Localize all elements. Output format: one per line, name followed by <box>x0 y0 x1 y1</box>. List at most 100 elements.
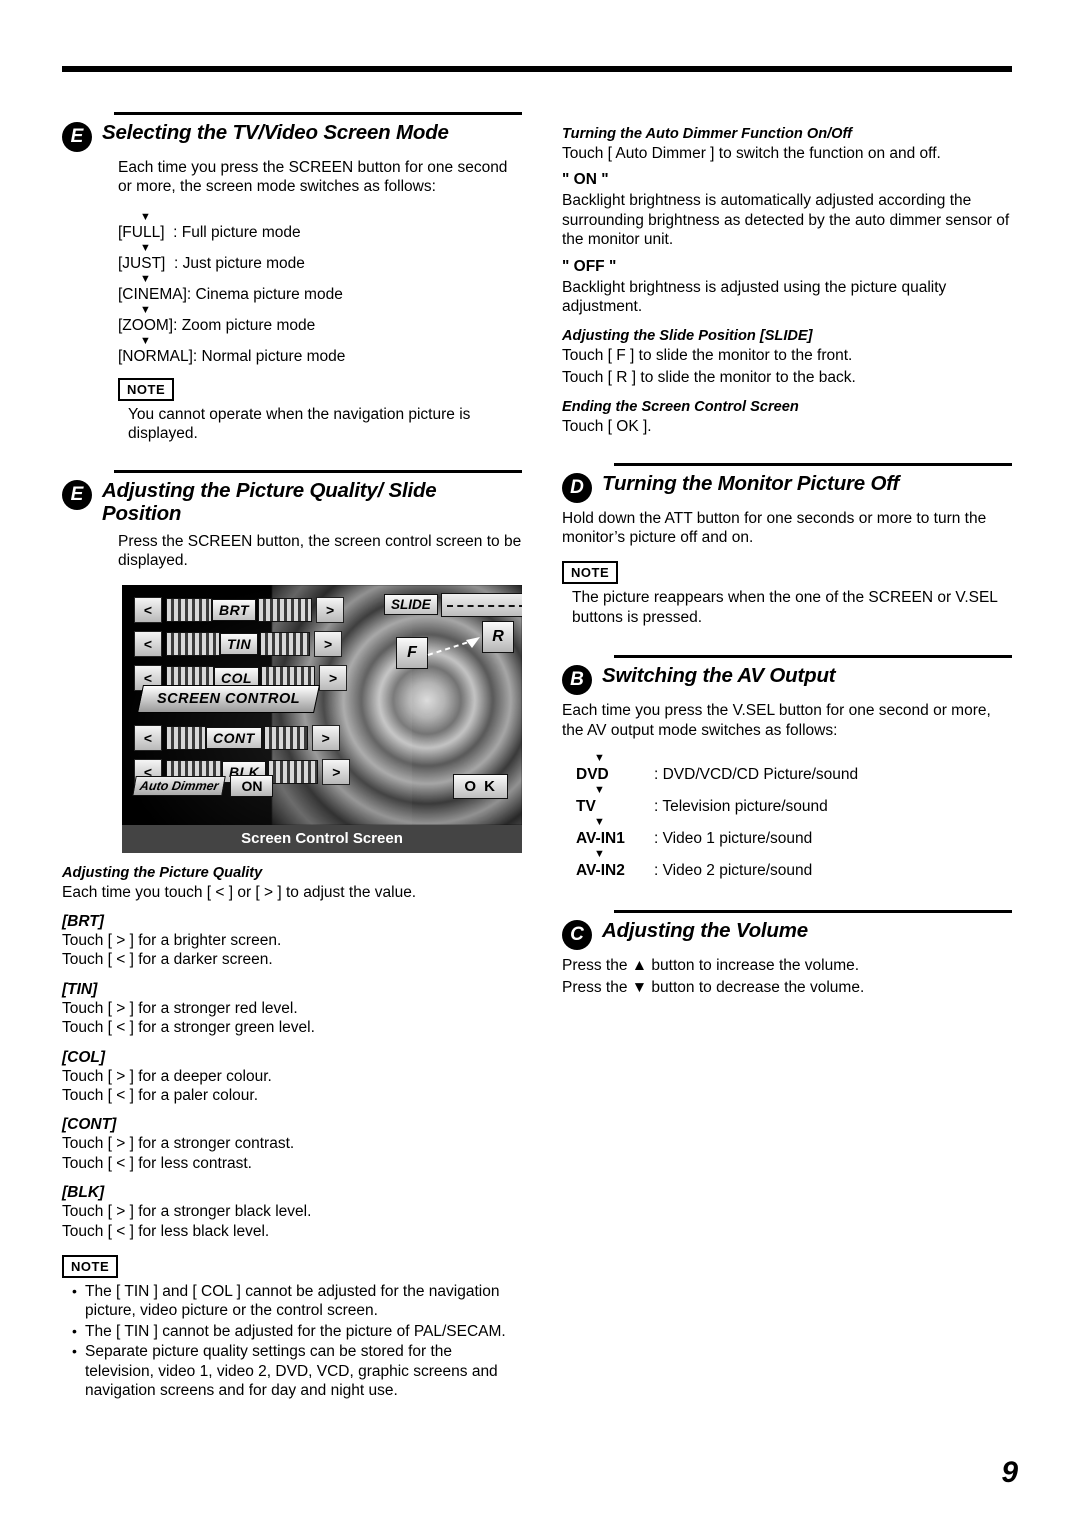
auto-dimmer-on-label: " ON " <box>562 171 609 189</box>
cont-decrease-button[interactable]: < <box>134 724 162 751</box>
tin-bar-right <box>260 631 311 656</box>
screen-mode-flow-list: ▼ [FULL] : Full picture mode ▼ [JUST] : … <box>62 211 522 366</box>
av-value: : Video 1 picture/sound <box>654 830 813 848</box>
cont-bar-right <box>263 725 308 750</box>
volume-down-post: button to decrease the volume. <box>647 978 865 996</box>
av-item-avin1: AV-IN1 : Video 1 picture/sound <box>576 829 1012 848</box>
slide-control: SLIDE <box>384 592 522 617</box>
av-key: AV-IN2 <box>576 862 625 880</box>
flow-arrow-icon: ▼ <box>594 784 605 797</box>
av-item-dvd: DVD : DVD/VCD/CD Picture/sound <box>576 765 1012 784</box>
flow-arrow-icon: ▼ <box>594 816 605 829</box>
av-item-avin2: AV-IN2 : Video 2 picture/sound <box>576 861 1012 880</box>
ok-button[interactable]: O K <box>453 773 508 799</box>
blk-increase-button[interactable]: > <box>322 758 351 785</box>
cont-label: CONT <box>206 726 262 749</box>
av-value: : DVD/VCD/CD Picture/sound <box>654 766 859 784</box>
picture-quality-body: Each time you touch [ < ] or [ > ] to ad… <box>62 883 417 901</box>
volume-up-post: button to increase the volume. <box>647 957 860 975</box>
auto-dimmer-off-body: Backlight brightness is adjusted using t… <box>562 278 947 316</box>
bullet-item: The [ TIN ] and [ COL ] cannot be adjust… <box>72 1282 522 1321</box>
item-line: Touch [ < ] for less black level. <box>62 1222 270 1240</box>
section-body: Each time you press the SCREEN button fo… <box>118 159 508 196</box>
item-line: Touch [ > ] for a stronger red level. <box>62 999 298 1017</box>
section-heading-monitor-off: D Turning the Monitor Picture Off <box>562 462 1012 503</box>
flow-arrow-icon: ▼ <box>140 272 151 285</box>
section-title: Turning the Monitor Picture Off <box>602 471 900 495</box>
section-body: Each time you press the V.SEL button for… <box>562 702 991 739</box>
screen-control-logo: SCREEN CONTROL <box>137 684 320 713</box>
brt-decrease-button[interactable]: < <box>134 596 162 623</box>
heading-rule <box>614 655 1012 659</box>
subheading-ending: Ending the Screen Control Screen <box>562 399 799 416</box>
flow-arrow-icon: ▼ <box>140 334 151 347</box>
section-badge-e2: E <box>62 479 92 510</box>
auto-dimmer-label[interactable]: Auto Dimmer <box>132 775 227 796</box>
volume-up-pre: Press the <box>562 957 632 975</box>
flow-arrow-icon: ▼ <box>140 303 151 316</box>
section-body: Hold down the ATT button for one seconds… <box>562 509 987 547</box>
brt-bar-left <box>166 597 212 622</box>
flow-item: [JUST] : Just picture mode <box>118 254 305 272</box>
av-value: : Video 2 picture/sound <box>654 862 813 880</box>
tin-decrease-button[interactable]: < <box>134 630 162 657</box>
section-title: Selecting the TV/Video Screen Mode <box>102 121 449 144</box>
heading-rule <box>114 112 522 115</box>
slide-direction-arrow-icon <box>427 636 480 656</box>
slide-label: SLIDE <box>384 594 438 616</box>
volume-down-icon: ▼ <box>631 978 648 996</box>
item-head-tin: [TIN] <box>62 980 98 998</box>
note-block-2: NOTE <box>62 1243 522 1279</box>
auto-dimmer-state[interactable]: ON <box>230 774 274 797</box>
section-badge-c: C <box>562 920 592 951</box>
section-badge-d: D <box>562 472 592 503</box>
av-key: DVD <box>576 766 609 784</box>
item-head-blk: [BLK] <box>62 1184 105 1202</box>
col-increase-button[interactable]: > <box>319 664 348 691</box>
flow-arrow-icon: ▼ <box>594 752 605 765</box>
page-number: 9 <box>1001 1456 1018 1489</box>
cont-bar-left <box>166 725 206 750</box>
av-key: TV <box>576 798 596 816</box>
brt-label: BRT <box>212 598 257 621</box>
section-badge-e: E <box>62 122 92 152</box>
item-head-col: [COL] <box>62 1048 106 1066</box>
slide-position-line2: Touch [ R ] to slide the monitor to the … <box>562 368 856 386</box>
note-label: NOTE <box>62 1255 119 1279</box>
item-head-brt: [BRT] <box>62 912 104 930</box>
section-title: Adjusting the Picture Quality/ Slide Pos… <box>102 478 437 526</box>
tin-label: TIN <box>220 632 259 655</box>
ending-body: Touch [ OK ]. <box>562 418 652 436</box>
volume-up-icon: ▲ <box>631 957 648 975</box>
section-title: Adjusting the Volume <box>602 919 808 943</box>
heading-rule <box>114 469 522 473</box>
top-rule <box>62 66 1012 72</box>
brt-bar-right <box>258 597 313 622</box>
section-heading-volume: C Adjusting the Volume <box>562 910 1012 951</box>
section-body: Press the SCREEN button, the screen cont… <box>118 532 522 570</box>
heading-rule <box>614 462 1012 466</box>
note-label: NOTE <box>118 377 175 401</box>
tin-increase-button[interactable]: > <box>314 630 343 657</box>
slide-position-line1: Touch [ F ] to slide the monitor to the … <box>562 347 853 365</box>
flow-arrow-icon: ▼ <box>594 848 605 861</box>
note-block-d: NOTE <box>562 549 1012 585</box>
figure-caption: Screen Control Screen <box>122 824 522 853</box>
slide-front-button[interactable]: F <box>396 636 428 669</box>
av-key: AV-IN1 <box>576 830 625 848</box>
volume-line-up: Press the ▲ button to increase the volum… <box>562 956 1012 975</box>
brt-increase-button[interactable]: > <box>316 596 345 623</box>
slide-rear-button[interactable]: R <box>482 620 514 653</box>
bullet-item: Separate picture quality settings can be… <box>72 1342 522 1400</box>
note-block: NOTE <box>62 366 522 401</box>
blk-bar-right <box>268 759 319 784</box>
cont-increase-button[interactable]: > <box>311 724 340 751</box>
note-text: You cannot operate when the navigation p… <box>128 405 471 443</box>
av-value: : Television picture/sound <box>654 798 828 816</box>
flow-item: [CINEMA]: Cinema picture mode <box>118 285 343 303</box>
auto-dimmer-on-body: Backlight brightness is automatically ad… <box>562 192 1010 249</box>
item-head-cont: [CONT] <box>62 1116 117 1134</box>
slide-track[interactable] <box>440 592 522 617</box>
flow-item: [NORMAL]: Normal picture mode <box>118 347 346 365</box>
tin-bar-left <box>166 631 220 656</box>
